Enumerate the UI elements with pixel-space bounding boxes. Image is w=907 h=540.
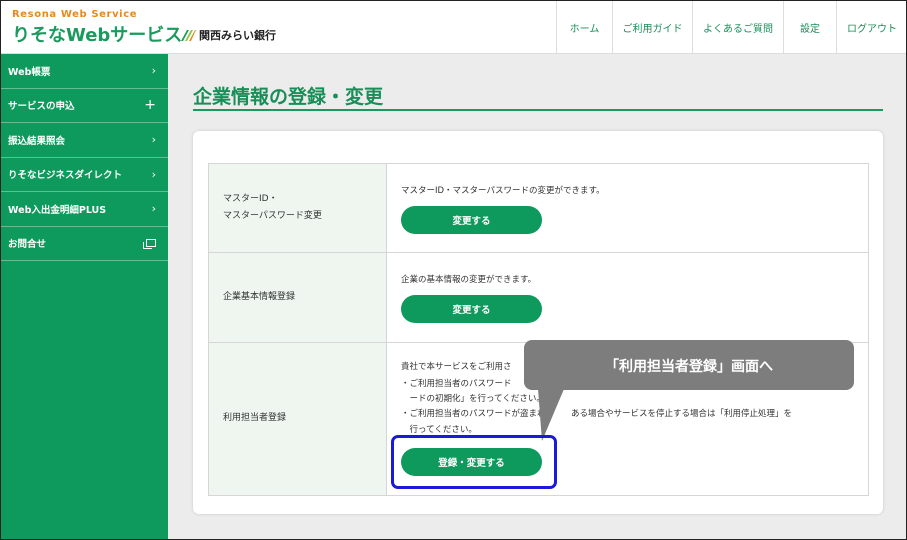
row-body: 企業の基本情報の変更ができます。 変更する	[387, 253, 868, 342]
partner-name: 関西みらい銀行	[199, 29, 276, 42]
row-body: マスターID・マスターパスワードの変更ができます。 変更する	[387, 164, 868, 252]
row-label-line: マスターID・	[223, 193, 278, 204]
chevron-right-icon: ›	[151, 202, 156, 216]
table-row-company-info: 企業基本情報登録 企業の基本情報の変更ができます。 変更する	[209, 253, 868, 343]
brand-logo[interactable]: Resona Web Service りそなWebサービス	[12, 9, 182, 47]
table-row-master-id: マスターID・ マスターパスワード変更 マスターID・マスターパスワードの変更が…	[209, 164, 868, 253]
sidebar-item-label: Web入出金明細PLUS	[8, 204, 107, 216]
nav-guide[interactable]: ご利用ガイド	[612, 0, 692, 54]
row-label: マスターID・ マスターパスワード変更	[209, 164, 387, 252]
brand-title: りそなWebサービス	[12, 25, 183, 46]
sidebar: Web帳票 › サービスの申込 + 振込結果照会 › りそなビジネスダイレクト …	[0, 54, 168, 540]
row-description: 企業の基本情報の変更ができます。	[401, 275, 537, 285]
row-label-line: 利用担当者登録	[223, 413, 287, 424]
title-divider	[193, 109, 883, 111]
list-item: ードの初期化」を行ってください。	[401, 394, 545, 405]
row-label-line: 企業基本情報登録	[223, 291, 296, 302]
nav-home[interactable]: ホーム	[556, 0, 612, 54]
plus-icon: +	[144, 97, 156, 114]
sidebar-item-label: Web帳票	[8, 66, 51, 78]
sidebar-item-transfer-results[interactable]: 振込結果照会 ›	[0, 123, 168, 158]
chevron-right-icon: ›	[151, 133, 156, 147]
partner-mark-icon	[181, 30, 196, 41]
external-window-icon	[143, 239, 156, 250]
sidebar-item-service-application[interactable]: サービスの申込 +	[0, 89, 168, 123]
sidebar-item-web-statement-plus[interactable]: Web入出金明細PLUS ›	[0, 192, 168, 227]
sidebar-item-label: りそなビジネスダイレクト	[8, 170, 123, 182]
row-description: マスターID・マスターパスワードの変更ができます。	[401, 186, 605, 196]
sidebar-item-business-direct[interactable]: りそなビジネスダイレクト ›	[0, 158, 168, 192]
sidebar-item-web-reports[interactable]: Web帳票 ›	[0, 54, 168, 89]
sidebar-item-label: お問合せ	[8, 239, 47, 251]
list-item: ・ご利用担当者のパスワードが盗まれ ある場合やサービスを停止する場合は「利用停止…	[401, 409, 793, 420]
top-nav: ホーム ご利用ガイド よくあるご質問 設定 ログアウト	[556, 0, 907, 54]
nav-settings[interactable]: 設定	[783, 0, 836, 54]
change-master-id-button[interactable]: 変更する	[401, 206, 542, 234]
sidebar-item-contact[interactable]: お問合せ	[0, 227, 168, 261]
chevron-right-icon: ›	[151, 167, 156, 181]
header: Resona Web Service りそなWebサービス 関西みらい銀行 ホー…	[0, 0, 907, 54]
annotation-callout: 「利用担当者登録」画面へ	[524, 340, 854, 390]
nav-logout[interactable]: ログアウト	[836, 0, 907, 54]
change-company-info-button[interactable]: 変更する	[401, 295, 542, 323]
sidebar-item-label: サービスの申込	[8, 101, 75, 113]
row-label: 利用担当者登録	[209, 343, 387, 495]
partner-logo: 関西みらい銀行	[180, 27, 276, 43]
sidebar-item-label: 振込結果照会	[8, 135, 66, 147]
row-label-line: マスターパスワード変更	[223, 211, 322, 221]
annotation-highlight-box	[391, 435, 557, 489]
nav-faq[interactable]: よくあるご質問	[692, 0, 783, 54]
row-label: 企業基本情報登録	[209, 253, 387, 342]
brand-subtitle: Resona Web Service	[12, 9, 138, 20]
page-title: 企業情報の登録・変更	[193, 86, 384, 108]
chevron-right-icon: ›	[151, 64, 156, 78]
